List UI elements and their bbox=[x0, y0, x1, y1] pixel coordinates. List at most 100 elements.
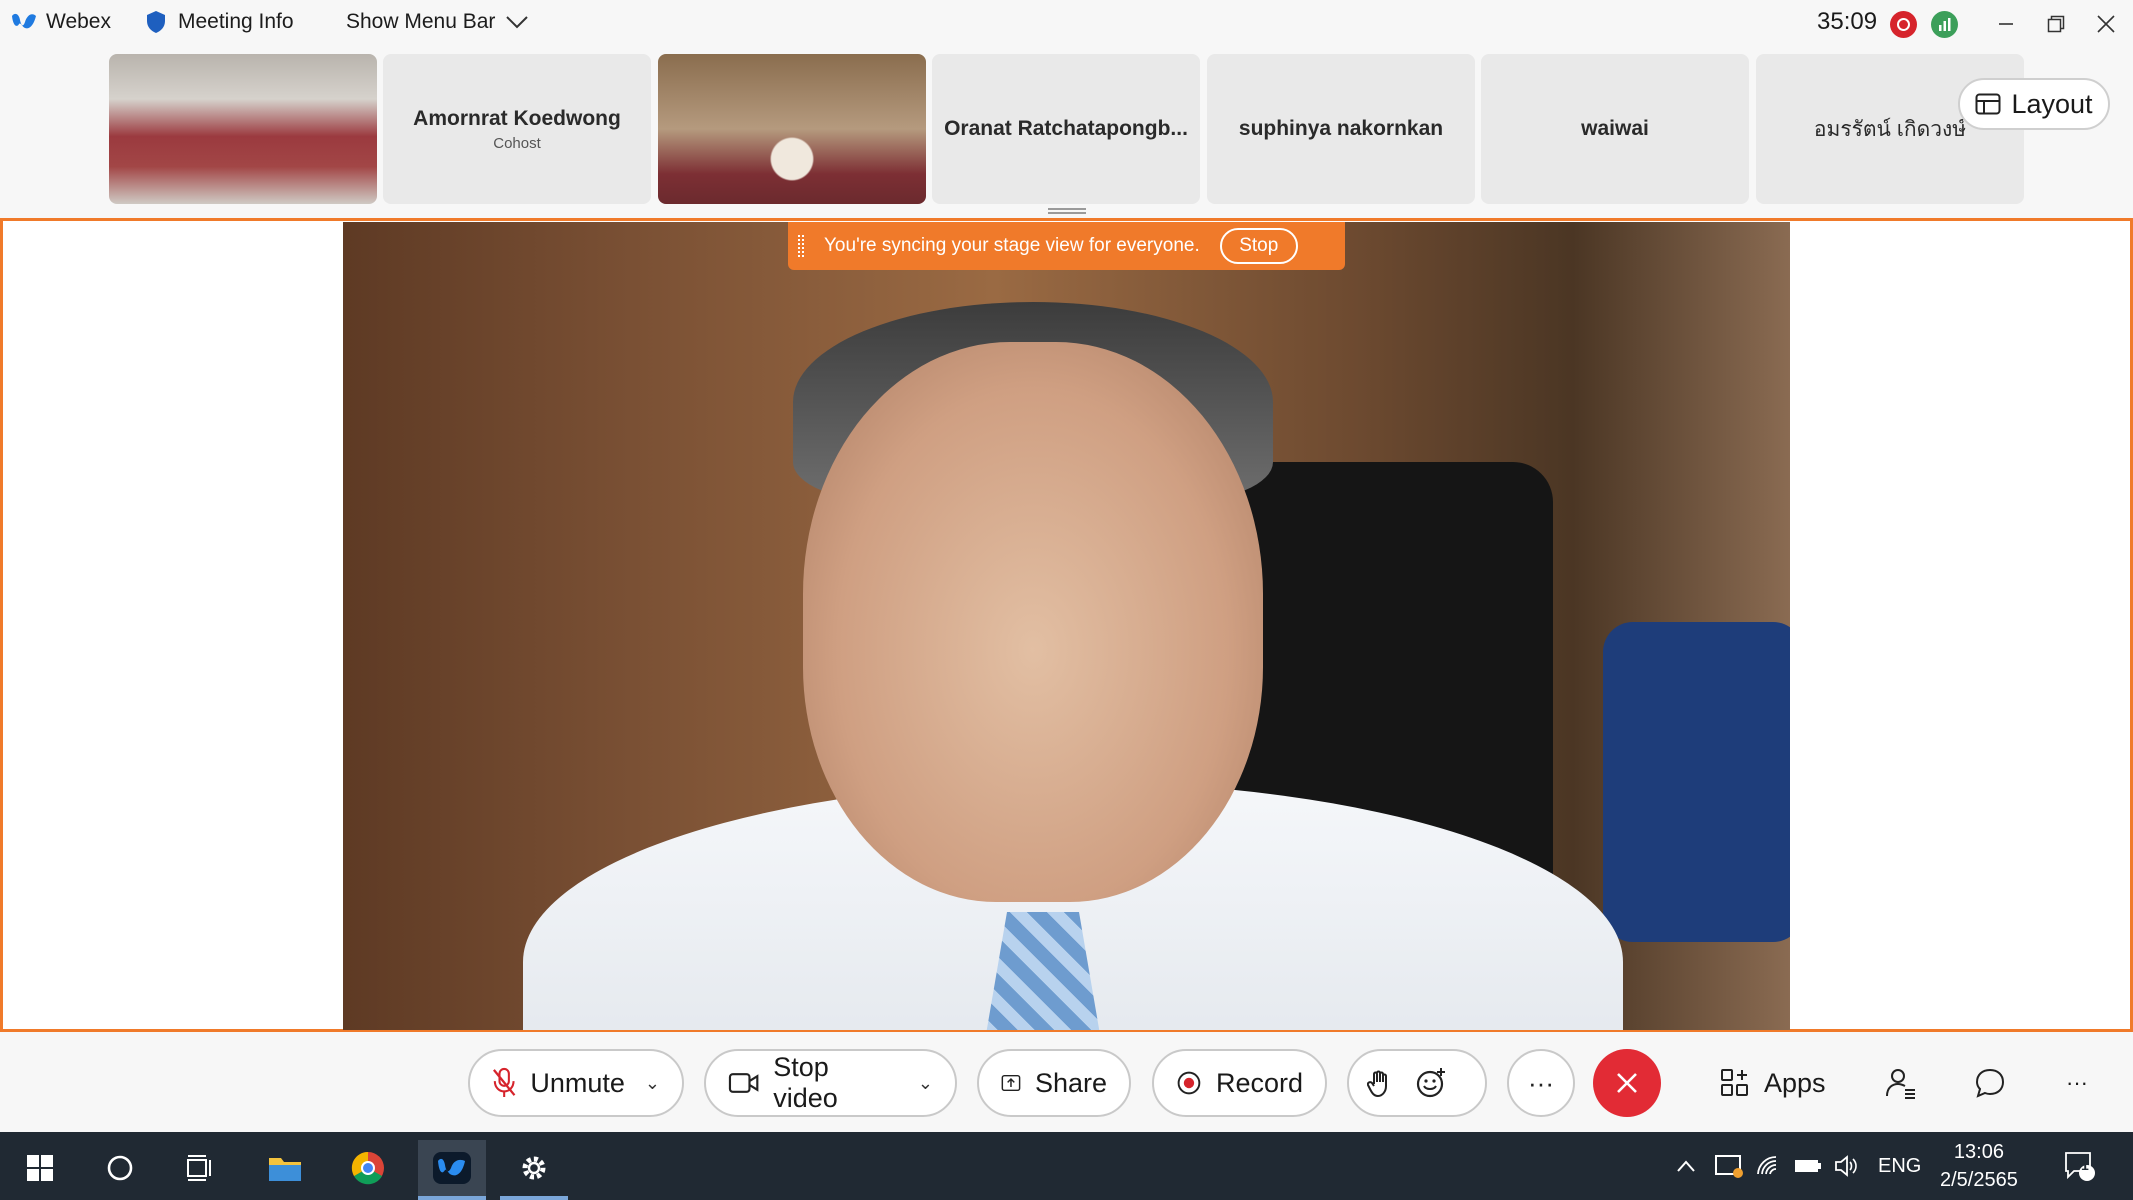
leave-meeting-button[interactable] bbox=[1593, 1049, 1661, 1117]
video-background bbox=[803, 342, 1263, 902]
speaker-icon bbox=[1835, 1155, 1857, 1177]
chevron-down-icon[interactable]: ⌄ bbox=[645, 1073, 660, 1094]
participant-tile[interactable]: Oranat Ratchatapongb... bbox=[932, 54, 1200, 204]
action-center-button[interactable]: 1 bbox=[2064, 1132, 2096, 1200]
show-menu-bar-button[interactable]: Show Menu Bar bbox=[346, 10, 529, 34]
network-health-icon[interactable] bbox=[1931, 11, 1958, 38]
minimize-icon bbox=[1999, 23, 2013, 25]
restore-icon bbox=[2047, 15, 2065, 33]
close-button[interactable] bbox=[2086, 6, 2126, 42]
windows-logo-icon bbox=[27, 1155, 53, 1181]
chevron-down-icon bbox=[506, 16, 529, 29]
participant-tile[interactable] bbox=[658, 54, 926, 204]
apps-icon bbox=[1721, 1069, 1748, 1096]
webex-logo-icon bbox=[12, 13, 36, 29]
stop-sync-button[interactable]: Stop bbox=[1219, 228, 1298, 264]
raise-hand-icon[interactable] bbox=[1367, 1068, 1393, 1098]
meeting-info-label: Meeting Info bbox=[178, 10, 294, 33]
chevron-down-icon[interactable]: ⌄ bbox=[918, 1073, 933, 1094]
task-view-icon bbox=[187, 1155, 211, 1181]
record-label: Record bbox=[1215, 1067, 1303, 1098]
chrome-icon bbox=[351, 1151, 384, 1185]
task-view-button[interactable] bbox=[166, 1140, 234, 1196]
stop-video-button[interactable]: Stop video ⌄ bbox=[704, 1049, 957, 1117]
input-language-button[interactable]: ENG bbox=[1878, 1132, 1921, 1200]
meeting-controls: Unmute ⌄ Stop video ⌄ Share Record ··· A… bbox=[0, 1032, 2133, 1132]
share-icon bbox=[1001, 1074, 1021, 1092]
participants-icon bbox=[1886, 1069, 1915, 1099]
file-explorer-button[interactable] bbox=[251, 1140, 319, 1196]
record-icon bbox=[1177, 1071, 1201, 1095]
title-bar: Webex Meeting Info Show Menu Bar 35:09 bbox=[0, 0, 2133, 50]
notification-icon bbox=[2065, 1152, 2095, 1181]
meeting-info-button[interactable]: Meeting Info bbox=[146, 10, 294, 34]
unmute-label: Unmute bbox=[530, 1067, 625, 1098]
participant-role: Cohost bbox=[493, 134, 541, 152]
system-clock[interactable]: 13:06 2/5/2565 bbox=[1940, 1138, 2018, 1194]
video-camera-icon bbox=[728, 1073, 759, 1093]
overflow-menu-button[interactable]: ··· bbox=[2066, 1049, 2088, 1117]
participant-name: อมรรัตน์ เกิดวงษ์ bbox=[1813, 117, 1967, 141]
folder-icon bbox=[269, 1158, 301, 1181]
wifi-icon bbox=[1757, 1156, 1777, 1175]
active-speaker-video[interactable] bbox=[343, 222, 1790, 1030]
windows-taskbar: ENG 13:06 2/5/2565 1 bbox=[0, 1132, 2133, 1200]
close-icon bbox=[1617, 1073, 1637, 1093]
cortana-search-button[interactable] bbox=[86, 1140, 154, 1196]
sync-message: You're syncing your stage view for every… bbox=[824, 235, 1200, 256]
chrome-button[interactable] bbox=[334, 1140, 402, 1196]
participant-tile[interactable] bbox=[109, 54, 377, 204]
share-label: Share bbox=[1034, 1067, 1107, 1098]
start-button[interactable] bbox=[6, 1140, 74, 1196]
filmstrip-resize-handle[interactable] bbox=[1048, 208, 1086, 214]
settings-taskbar-button[interactable] bbox=[500, 1140, 568, 1200]
video-background bbox=[1603, 622, 1790, 942]
participant-name: waiwai bbox=[1581, 117, 1649, 140]
tray-app-button[interactable] bbox=[1714, 1132, 1744, 1200]
participant-tile[interactable]: Amornrat Koedwong Cohost bbox=[383, 54, 651, 204]
more-options-button[interactable]: ··· bbox=[1507, 1049, 1575, 1117]
participants-button[interactable] bbox=[1885, 1049, 1917, 1117]
restore-button[interactable] bbox=[2036, 6, 2076, 42]
webex-taskbar-button[interactable] bbox=[418, 1140, 486, 1200]
clock-time: 13:06 bbox=[1953, 1141, 2004, 1163]
apps-button[interactable]: Apps bbox=[1720, 1049, 1826, 1117]
participant-name: Oranat Ratchatapongb... bbox=[944, 117, 1188, 140]
app-title: Webex bbox=[10, 10, 111, 34]
participant-tile[interactable]: waiwai bbox=[1481, 54, 1749, 204]
sync-stage-banner: You're syncing your stage view for every… bbox=[788, 222, 1345, 270]
clock-date: 2/5/2565 bbox=[1940, 1169, 2018, 1191]
show-menu-bar-label: Show Menu Bar bbox=[346, 10, 496, 33]
layout-button[interactable]: Layout bbox=[1958, 78, 2110, 130]
layout-icon bbox=[1975, 93, 2001, 115]
shield-icon bbox=[147, 11, 165, 33]
device-sync-icon bbox=[1715, 1155, 1743, 1178]
recording-indicator-icon[interactable] bbox=[1890, 11, 1917, 38]
record-button[interactable]: Record bbox=[1152, 1049, 1327, 1117]
volume-button[interactable] bbox=[1834, 1132, 1860, 1200]
webex-logo-icon bbox=[433, 1152, 471, 1184]
gear-icon bbox=[522, 1156, 546, 1180]
close-icon bbox=[2097, 15, 2115, 33]
chat-button[interactable] bbox=[1974, 1049, 2006, 1117]
participant-filmstrip: Amornrat Koedwong Cohost Oranat Ratchata… bbox=[0, 50, 2133, 220]
meeting-timer: 35:09 bbox=[1817, 8, 1878, 35]
participant-tile[interactable]: suphinya nakornkan bbox=[1207, 54, 1475, 204]
unmute-button[interactable]: Unmute ⌄ bbox=[468, 1049, 684, 1117]
stop-video-label: Stop video bbox=[773, 1052, 838, 1113]
participant-name: Amornrat Koedwong bbox=[413, 106, 621, 130]
microphone-muted-icon bbox=[493, 1067, 516, 1098]
minimize-button[interactable] bbox=[1986, 6, 2026, 42]
share-button[interactable]: Share bbox=[977, 1049, 1131, 1117]
participant-name: suphinya nakornkan bbox=[1238, 117, 1444, 140]
battery-button[interactable] bbox=[1794, 1132, 1822, 1200]
app-name: Webex bbox=[46, 10, 111, 33]
notification-count: 1 bbox=[2081, 1157, 2089, 1173]
drag-grip-icon[interactable] bbox=[798, 235, 804, 257]
chat-icon bbox=[1975, 1068, 2005, 1098]
wifi-button[interactable] bbox=[1756, 1132, 1782, 1200]
show-hidden-icons-button[interactable] bbox=[1676, 1132, 1696, 1200]
apps-label: Apps bbox=[1764, 1067, 1826, 1098]
emoji-reaction-icon[interactable] bbox=[1415, 1067, 1447, 1099]
chevron-up-icon bbox=[1677, 1160, 1695, 1172]
